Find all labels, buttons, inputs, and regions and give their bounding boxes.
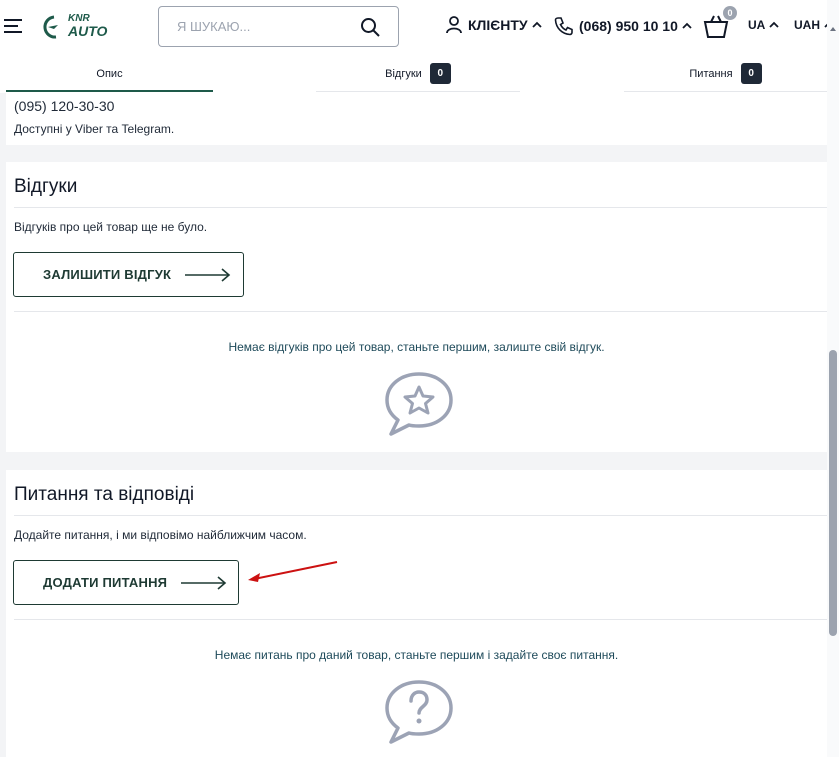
tab-description[interactable]: Опис bbox=[6, 55, 213, 92]
chevron-up-icon bbox=[769, 21, 779, 28]
divider bbox=[14, 619, 827, 620]
scroll-up-icon[interactable] bbox=[830, 26, 836, 32]
product-tabs: Опис Відгуки 0 Питання 0 bbox=[0, 55, 827, 93]
phone-menu[interactable]: (068) 950 10 10 bbox=[554, 16, 692, 36]
tab-questions[interactable]: Питання 0 bbox=[624, 55, 827, 92]
contact-note: Доступні у Viber та Telegram. bbox=[14, 122, 175, 136]
questions-section: Питання та відповіді Додайте питання, і … bbox=[6, 470, 827, 757]
user-icon bbox=[446, 16, 462, 34]
tab-label: Відгуки bbox=[385, 67, 422, 80]
currency-label: UAH bbox=[794, 18, 820, 32]
questions-count-badge: 0 bbox=[740, 63, 762, 84]
language-switcher[interactable]: UA bbox=[748, 18, 779, 32]
reviews-description: Відгуків про цей товар ще не було. bbox=[14, 220, 208, 234]
tab-reviews[interactable]: Відгуки 0 bbox=[316, 55, 520, 92]
reviews-empty-message: Немає відгуків про цей товар, станьте пе… bbox=[228, 340, 605, 354]
arrow-right-icon bbox=[181, 575, 227, 590]
divider bbox=[14, 515, 827, 516]
questions-empty-message: Немає питань про даний товар, станьте пе… bbox=[214, 648, 619, 662]
questions-title: Питання та відповіді bbox=[14, 484, 195, 505]
tab-label: Питання bbox=[689, 67, 733, 80]
tab-underline bbox=[624, 91, 827, 92]
logo-text-bottom: AUTO bbox=[68, 23, 108, 39]
reviews-title: Відгуки bbox=[14, 176, 78, 197]
search-icon[interactable] bbox=[360, 17, 380, 37]
client-label: КЛІЄНТУ bbox=[468, 17, 528, 33]
phone-icon bbox=[554, 17, 573, 36]
arrow-right-icon bbox=[185, 267, 231, 282]
reviews-section: Відгуки Відгуків про цей товар ще не бул… bbox=[6, 162, 827, 452]
contact-block: (095) 120-30-30 Доступні у Viber та Tele… bbox=[6, 93, 827, 145]
chevron-up-icon bbox=[682, 22, 692, 29]
phone-label: (068) 950 10 10 bbox=[579, 18, 678, 34]
add-question-button[interactable]: ДОДАТИ ПИТАННЯ bbox=[13, 560, 239, 605]
button-label: ЗАЛИШИТИ ВІДГУК bbox=[43, 267, 172, 282]
active-tab-indicator bbox=[6, 90, 213, 92]
logo[interactable]: KNR AUTO bbox=[42, 13, 112, 41]
divider bbox=[14, 207, 827, 208]
search-box bbox=[158, 6, 399, 47]
questions-description: Додайте питання, і ми відповімо найближч… bbox=[14, 528, 307, 542]
scrollbar-thumb[interactable] bbox=[829, 350, 837, 636]
question-chat-icon bbox=[385, 680, 453, 744]
annotation-arrow-icon bbox=[248, 561, 338, 582]
reviews-count-badge: 0 bbox=[429, 63, 451, 84]
divider bbox=[14, 311, 827, 312]
leave-review-button[interactable]: ЗАЛИШИТИ ВІДГУК bbox=[13, 252, 244, 297]
menu-icon[interactable] bbox=[4, 18, 24, 34]
chevron-up-icon bbox=[531, 21, 542, 28]
star-chat-icon bbox=[385, 372, 453, 436]
tab-label: Опис bbox=[96, 67, 123, 80]
button-label: ДОДАТИ ПИТАННЯ bbox=[43, 575, 168, 590]
cart-count-badge: 0 bbox=[723, 6, 737, 20]
site-header: KNR AUTO КЛІЄНТУ (068) 950 10 10 0 UA UA… bbox=[0, 0, 834, 55]
contact-phone[interactable]: (095) 120-30-30 bbox=[14, 98, 114, 114]
language-label: UA bbox=[748, 18, 766, 32]
tab-underline bbox=[316, 91, 520, 92]
search-input[interactable] bbox=[159, 7, 349, 46]
client-menu[interactable]: КЛІЄНТУ bbox=[446, 16, 542, 34]
